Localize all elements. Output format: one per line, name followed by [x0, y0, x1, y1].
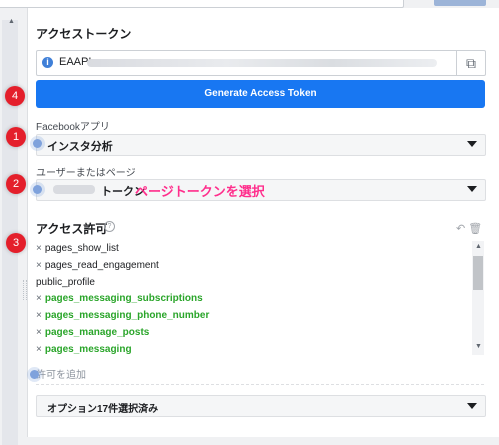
options-select-value: オプション17件選択済み — [47, 404, 159, 415]
chevron-down-icon — [467, 403, 477, 409]
scroll-up-icon[interactable]: ▲ — [475, 243, 482, 250]
permissions-scrollbar[interactable]: ▲ ▼ — [472, 241, 484, 355]
chevron-down-icon — [467, 141, 477, 147]
page-name-redacted — [53, 185, 95, 194]
page-field-label: ユーザーまたはページ — [36, 168, 136, 179]
permission-item: × pages_manage_posts — [36, 325, 468, 342]
top-bar — [0, 0, 499, 8]
access-token-field[interactable]: i EAAPI ⧉ — [36, 50, 486, 76]
pointer-dot — [30, 370, 39, 379]
permissions-list[interactable]: × pages_show_list × pages_read_engagement pu… — [36, 241, 468, 355]
step-badge-3: 3 — [6, 233, 26, 253]
permission-label: pages_messaging — [44, 343, 132, 355]
options-select[interactable]: オプション17件選択済み — [36, 395, 486, 417]
permission-label: public_profile — [36, 276, 95, 288]
top-submit-button[interactable] — [434, 0, 486, 6]
pointer-dot — [33, 139, 42, 148]
left-pane: ▲ — [0, 8, 22, 445]
chevron-down-icon — [467, 186, 477, 192]
remove-icon[interactable]: × — [36, 260, 42, 271]
add-permission-input[interactable]: 許可を追加 — [36, 366, 484, 385]
remove-icon[interactable]: × — [36, 344, 42, 355]
pointer-dot — [33, 185, 42, 194]
permission-label: pages_show_list — [44, 243, 119, 254]
step-badge-2: 2 — [6, 174, 26, 194]
step-badge-4: 4 — [5, 86, 25, 106]
permission-item: × pages_show_list — [36, 241, 468, 258]
app-select[interactable]: インスタ分析 — [36, 134, 486, 156]
undo-icon[interactable]: ↶ — [456, 223, 465, 235]
remove-icon[interactable]: × — [36, 243, 42, 254]
generate-access-token-button[interactable]: Generate Access Token — [36, 80, 485, 108]
remove-icon[interactable]: × — [36, 327, 42, 338]
remove-icon[interactable]: × — [36, 310, 42, 321]
info-icon: i — [42, 57, 53, 68]
section-title: アクセストークン — [36, 27, 132, 41]
add-permission-placeholder: 許可を追加 — [36, 370, 86, 381]
permission-item: × pages_messaging — [36, 342, 468, 355]
annotation-text: ページトークンを選択 — [135, 184, 265, 199]
scroll-up-icon[interactable]: ▲ — [8, 18, 15, 25]
help-icon[interactable]: ? — [104, 221, 115, 232]
permission-label: pages_manage_posts — [44, 326, 150, 338]
token-redacted — [87, 59, 437, 67]
remove-icon[interactable]: × — [36, 293, 42, 304]
permissions-title: アクセス許可 — [36, 222, 108, 236]
step-badge-1: 1 — [6, 127, 26, 147]
permissions-tools: ↶ 🗑 — [456, 222, 482, 235]
permission-label: pages_messaging_subscriptions — [44, 293, 203, 305]
scroll-down-icon[interactable]: ▼ — [475, 343, 482, 350]
scroll-thumb[interactable] — [473, 256, 483, 290]
top-input-field[interactable] — [0, 0, 404, 8]
copy-icon[interactable]: ⧉ — [456, 51, 485, 75]
permission-label: pages_messaging_phone_number — [44, 310, 210, 322]
trash-icon[interactable]: 🗑 — [468, 223, 482, 235]
permission-item: public_profile — [36, 275, 468, 292]
app-field-label: Facebookアプリ — [36, 122, 110, 133]
permission-label: pages_read_engagement — [44, 259, 159, 271]
permission-item: × pages_messaging_subscriptions — [36, 291, 468, 308]
app-select-value: インスタ分析 — [47, 141, 113, 153]
permission-item: × pages_read_engagement — [36, 258, 468, 275]
permission-item: × pages_messaging_phone_number — [36, 308, 468, 325]
